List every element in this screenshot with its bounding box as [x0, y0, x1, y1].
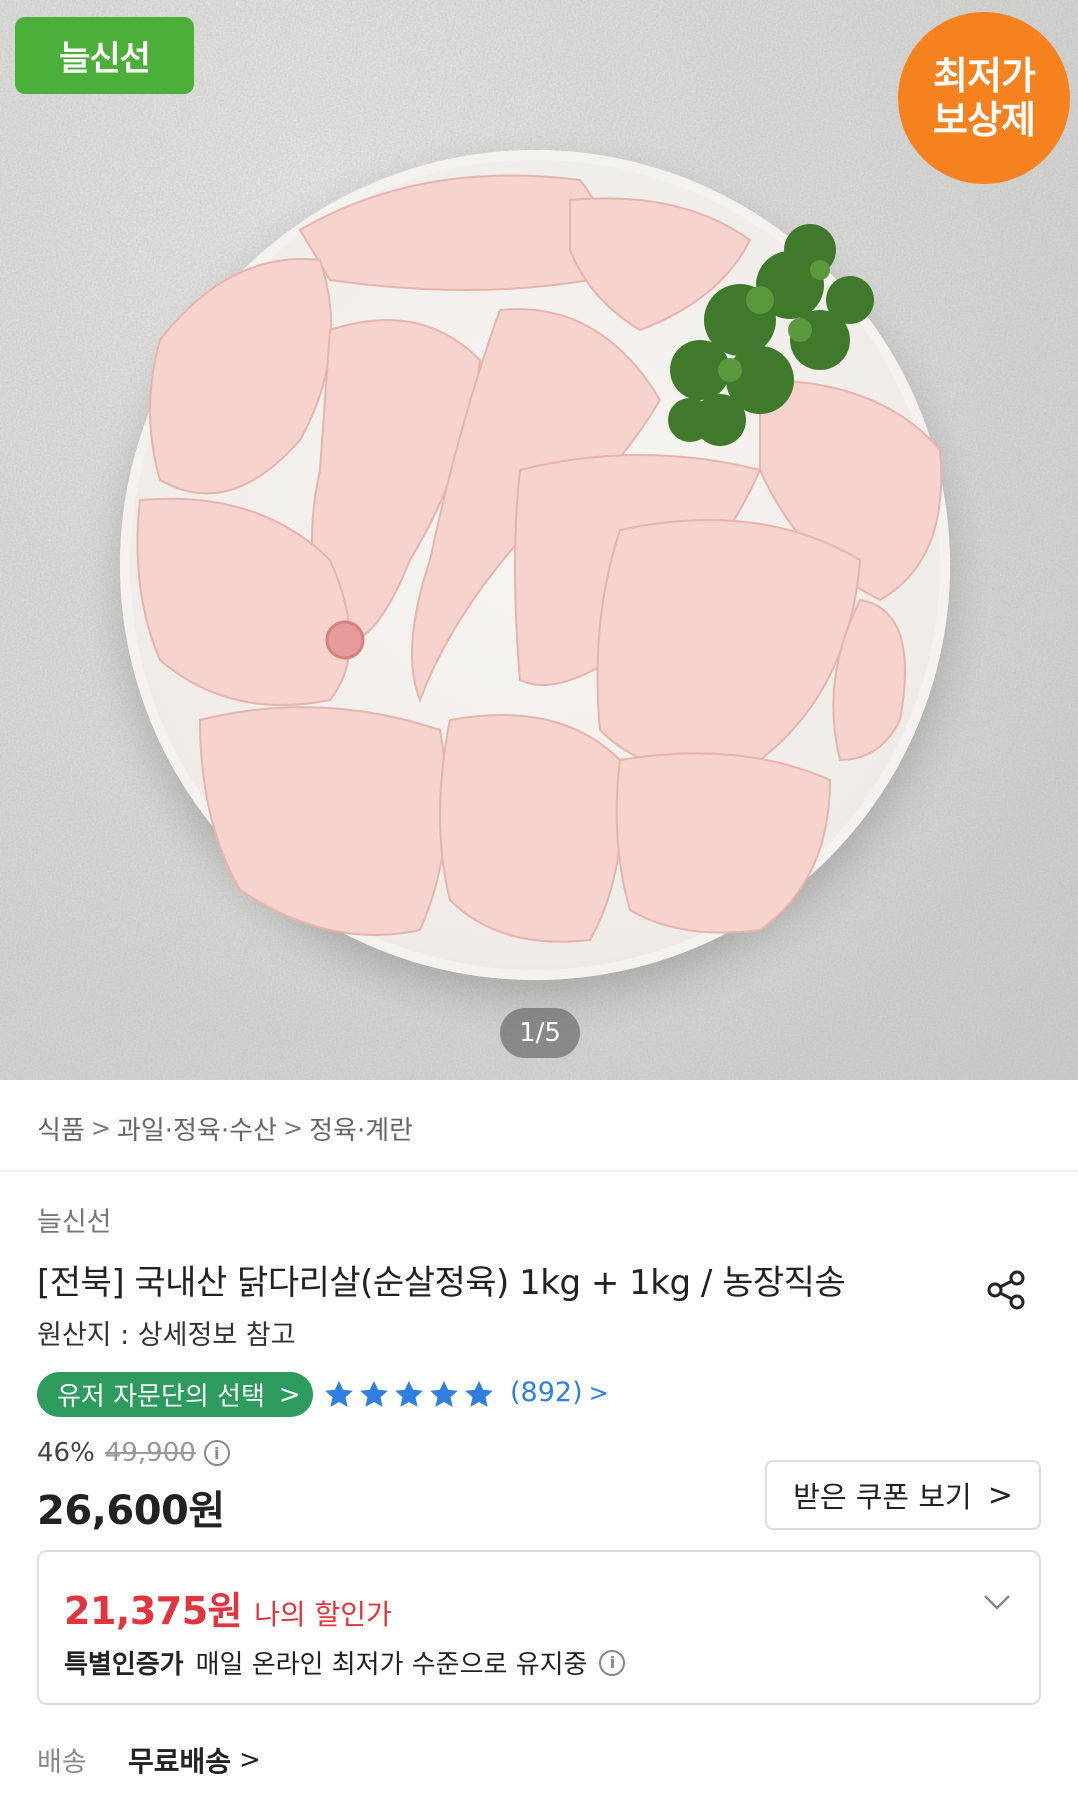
shipping-value: 무료배송 — [128, 1745, 232, 1778]
image-pager: 1/5 — [500, 1008, 580, 1058]
sale-price: 26,600원 — [37, 1488, 225, 1534]
chevron-down-icon[interactable] — [982, 1592, 1012, 1612]
review-count: (892) — [510, 1377, 583, 1408]
star-icon — [325, 1380, 353, 1407]
star-icon — [430, 1380, 458, 1407]
chicken-pieces-image — [136, 174, 943, 943]
info-icon[interactable]: i — [203, 1440, 230, 1466]
discount-row: 46% 49,900 i — [37, 1438, 230, 1468]
rating-stars[interactable] — [322, 1375, 497, 1415]
review-count-link[interactable]: (892) > — [510, 1377, 609, 1408]
my-discount-price-panel[interactable]: 21,375원 나의 할인가 특별인증가 매일 온라인 최저가 수준으로 유지중… — [37, 1550, 1041, 1705]
product-image-carousel[interactable]: 늘신선 최저가 보상제 1/5 — [0, 0, 1078, 1080]
star-icon — [360, 1380, 388, 1407]
my-discount-price: 21,375원 — [64, 1589, 243, 1633]
my-discount-label: 나의 할인가 — [254, 1598, 392, 1631]
chevron-right-icon: > — [588, 1378, 609, 1407]
view-coupons-button[interactable]: 받은 쿠폰 보기 > — [765, 1460, 1041, 1530]
star-icon — [395, 1380, 423, 1407]
chevron-right-icon: > — [278, 1379, 301, 1410]
breadcrumb-item-fruit-meat-seafood[interactable]: 과일·정육·수산 — [117, 1110, 277, 1147]
seller-name[interactable]: 늘신선 — [37, 1200, 112, 1239]
original-price: 49,900 — [104, 1438, 196, 1468]
star-icon — [465, 1380, 493, 1407]
discount-rate: 46% — [37, 1438, 95, 1468]
origin-info: 원산지 : 상세정보 참고 — [37, 1320, 296, 1351]
chevron-right-icon: > — [90, 1114, 111, 1142]
my-price-row: 21,375원 나의 할인가 — [64, 1580, 392, 1635]
coupon-button-label: 받은 쿠폰 보기 — [793, 1480, 972, 1514]
info-icon[interactable]: i — [599, 1649, 626, 1676]
cert-label: 특별인증가 — [64, 1650, 184, 1680]
lowest-price-guarantee-badge: 최저가 보상제 — [898, 12, 1070, 184]
cert-text: 매일 온라인 최저가 수준으로 유지중 — [195, 1650, 588, 1680]
breadcrumb: 식품 > 과일·정육·수산 > 정육·계란 — [37, 1108, 413, 1148]
chevron-right-icon: > — [239, 1745, 261, 1775]
shipping-label: 배송 — [37, 1747, 87, 1778]
user-advisory-choice-badge[interactable]: 유저 자문단의 선택 > — [37, 1372, 313, 1417]
badge-line-2: 보상제 — [933, 98, 1036, 142]
shipping-info-link[interactable]: 무료배송 > — [128, 1740, 261, 1780]
share-icon[interactable] — [985, 1268, 1029, 1312]
section-divider — [0, 1170, 1078, 1172]
choice-label: 유저 자문단의 선택 — [57, 1382, 265, 1412]
breadcrumb-item-food[interactable]: 식품 — [37, 1110, 85, 1147]
chevron-right-icon: > — [283, 1114, 304, 1142]
special-certified-price-row: 특별인증가 매일 온라인 최저가 수준으로 유지중 i — [64, 1644, 626, 1681]
badge-line-1: 최저가 — [933, 54, 1036, 98]
chevron-right-icon: > — [987, 1477, 1013, 1513]
breadcrumb-item-meat-eggs[interactable]: 정육·계란 — [309, 1110, 413, 1147]
product-title: [전북] 국내산 닭다리살(순살정육) 1kg + 1kg / 농장직송 — [37, 1263, 846, 1303]
brand-badge: 늘신선 — [15, 17, 194, 94]
